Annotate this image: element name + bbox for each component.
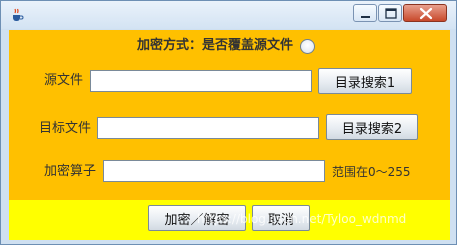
source-file-label: 源文件: [44, 73, 84, 88]
minimize-icon: [361, 16, 370, 18]
target-browse-button[interactable]: 目录搜索2: [326, 114, 418, 140]
watermark: https://blog.csdn.net/Tyloo_wdnmd: [197, 212, 407, 226]
overwrite-source-radio[interactable]: [300, 39, 315, 54]
target-file-label: 目标文件: [39, 121, 92, 136]
source-browse-button[interactable]: 目录搜索1: [318, 68, 412, 94]
close-button[interactable]: [403, 4, 447, 22]
app-window: 加密方式：是否覆盖源文件 源文件 目录搜索1 目标文件 目录搜索2 加密算子 范…: [0, 0, 457, 245]
cipher-factor-input[interactable]: [103, 160, 325, 182]
minimize-button[interactable]: [353, 4, 377, 22]
java-cup-icon: [9, 7, 25, 23]
factor-range-hint: 范围在0～255: [332, 165, 411, 179]
encryption-mode-label: 加密方式：是否覆盖源文件: [137, 38, 294, 53]
maximize-icon: [385, 8, 397, 19]
target-file-input[interactable]: [97, 117, 319, 139]
main-panel: 加密方式：是否覆盖源文件 源文件 目录搜索1 目标文件 目录搜索2 加密算子 范…: [9, 30, 450, 240]
source-file-input[interactable]: [90, 70, 312, 92]
maximize-button[interactable]: [378, 4, 402, 22]
cipher-factor-label: 加密算子: [44, 164, 97, 179]
close-icon: [419, 7, 433, 20]
title-bar[interactable]: [1, 1, 456, 29]
